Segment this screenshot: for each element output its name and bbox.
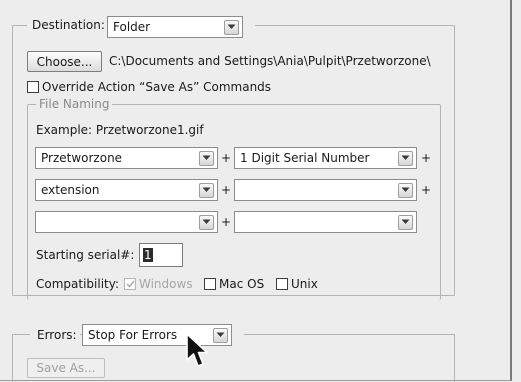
save-as-button[interactable]: Save As...	[27, 358, 105, 378]
chevron-down-icon	[398, 214, 413, 230]
file-naming-legend: File Naming	[36, 96, 113, 112]
errors-label: Errors:	[30, 327, 80, 343]
unix-checkbox[interactable]	[276, 278, 288, 290]
destination-group-right-edge	[454, 25, 455, 295]
destination-group-left-edge	[12, 25, 13, 295]
starting-serial-label: Starting serial#:	[36, 248, 135, 262]
plus-sign: +	[221, 215, 232, 229]
errors-group-left-edge	[12, 334, 14, 382]
windows-checkbox[interactable]	[124, 278, 136, 290]
chevron-down-icon	[199, 214, 214, 230]
choose-button-label: Choose...	[36, 54, 93, 69]
destination-label: Destination:	[27, 17, 108, 33]
override-label: Override Action “Save As” Commands	[42, 80, 272, 94]
naming-row1-left-value: Przetworzone	[41, 151, 123, 165]
macos-checkbox[interactable]	[204, 278, 216, 290]
destination-path: C:\Documents and Settings\Ania\Pulpit\Pr…	[109, 54, 431, 68]
choose-button[interactable]: Choose...	[27, 51, 102, 72]
file-naming-example: Example: Przetworzone1.gif	[36, 123, 204, 137]
naming-row3-left-select[interactable]	[35, 211, 218, 233]
plus-sign: +	[421, 183, 432, 197]
plus-sign: +	[221, 183, 232, 197]
chevron-down-icon	[213, 327, 228, 343]
legend-gap	[232, 327, 244, 341]
override-checkbox[interactable]	[27, 81, 39, 93]
starting-serial-value: 1	[143, 248, 153, 262]
legend-gap	[243, 17, 255, 31]
compatibility-label: Compatibility:	[36, 277, 120, 291]
naming-row2-left-value: extension	[41, 183, 100, 197]
chevron-down-icon	[398, 182, 413, 198]
plus-sign: +	[221, 151, 232, 165]
mouse-pointer-icon	[186, 333, 208, 367]
chevron-down-icon	[199, 150, 214, 166]
errors-group-right-edge	[454, 334, 456, 382]
plus-sign: +	[421, 151, 432, 165]
destination-select[interactable]: Folder	[107, 16, 243, 38]
naming-row3-right-select[interactable]	[234, 211, 417, 233]
naming-row1-right-select[interactable]: 1 Digit Serial Number	[234, 147, 417, 169]
chevron-down-icon	[199, 182, 214, 198]
destination-select-value: Folder	[113, 20, 151, 34]
check-icon	[125, 280, 135, 288]
chevron-down-icon	[398, 150, 413, 166]
windows-label: Windows	[139, 277, 193, 291]
naming-row2-left-select[interactable]: extension	[35, 179, 218, 201]
starting-serial-input[interactable]: 1	[139, 243, 183, 267]
naming-row2-right-select[interactable]	[234, 179, 417, 201]
chevron-down-icon	[224, 19, 239, 35]
naming-row1-left-select[interactable]: Przetworzone	[35, 147, 218, 169]
naming-row1-right-value: 1 Digit Serial Number	[240, 151, 370, 165]
save-as-button-label: Save As...	[36, 361, 96, 375]
macos-label: Mac OS	[219, 277, 265, 291]
unix-label: Unix	[291, 277, 318, 291]
